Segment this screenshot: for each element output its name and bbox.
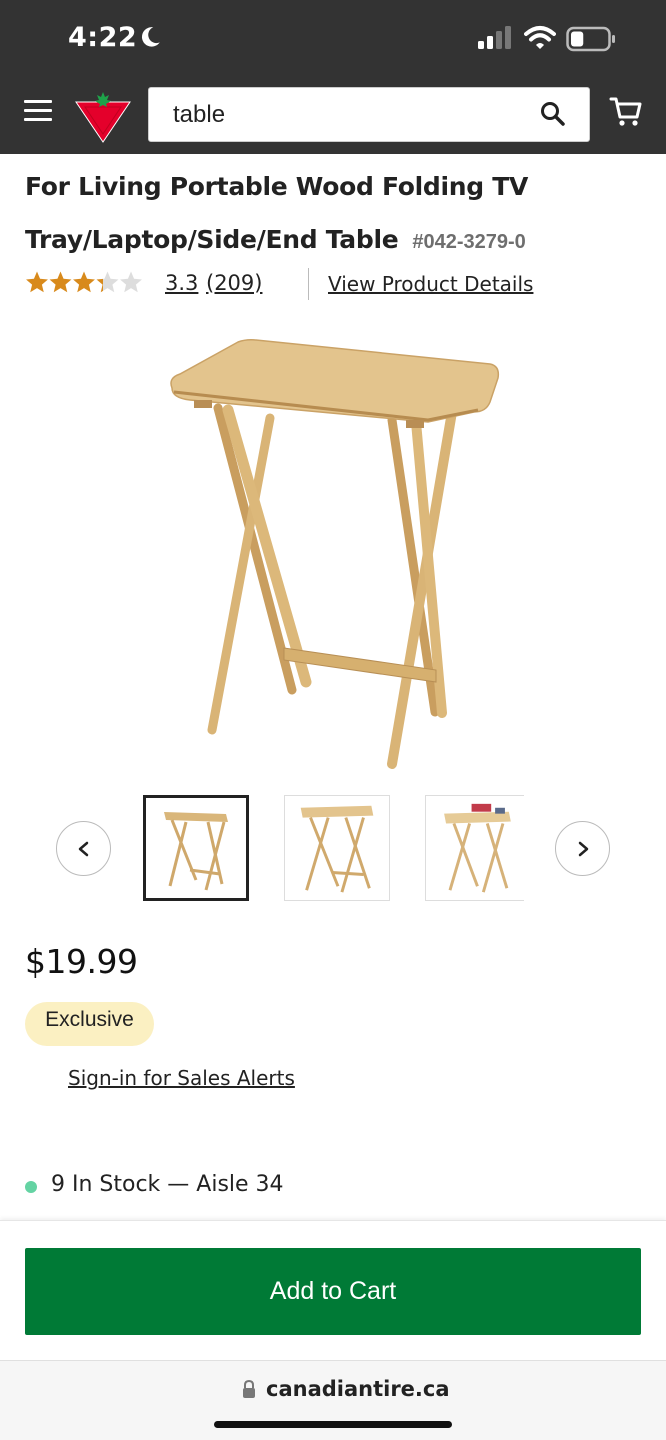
search-box	[148, 87, 590, 142]
carousel-prev-button[interactable]	[56, 821, 111, 876]
sign-in-sales-alerts-link[interactable]: Sign-in for Sales Alerts	[68, 1066, 295, 1090]
star-icon	[49, 271, 72, 293]
search-input[interactable]	[173, 100, 513, 130]
in-stock-dot-icon	[25, 1181, 37, 1193]
thumbnail-image	[444, 803, 511, 893]
star-icon	[73, 271, 95, 293]
status-bar: 4:22	[0, 0, 666, 74]
stock-text: 9 In Stock — Aisle 34	[51, 1172, 284, 1197]
site-header	[0, 74, 666, 154]
chevron-left-icon	[78, 841, 89, 857]
divider	[308, 268, 309, 300]
rating-row: 3.3 (209) View Product Details	[25, 268, 645, 302]
carousel-next-button[interactable]	[555, 821, 610, 876]
thumbnail-1[interactable]	[143, 795, 249, 901]
moon-icon	[141, 27, 160, 47]
exclusive-badge: Exclusive	[25, 1002, 154, 1046]
cart-icon[interactable]	[608, 94, 644, 130]
thumbnail-image	[164, 812, 228, 891]
hamburger-icon	[24, 100, 52, 103]
status-time: 4:22	[68, 22, 138, 53]
sticky-cart-bar: Add to Cart	[0, 1220, 666, 1360]
browser-address-bar[interactable]: canadiantire.ca	[0, 1360, 666, 1440]
cellular-signal-icon	[478, 26, 511, 49]
product-image[interactable]	[160, 330, 510, 775]
product-title: For Living Portable Wood Folding TV Tray…	[25, 160, 545, 269]
product-sku: #042-3279-0	[412, 231, 526, 253]
thumbnail-2[interactable]	[284, 795, 390, 901]
product-price: $19.99	[25, 942, 138, 981]
menu-button[interactable]	[24, 100, 58, 128]
add-to-cart-button[interactable]: Add to Cart	[25, 1248, 641, 1335]
star-icon	[96, 271, 119, 293]
url-text[interactable]: canadiantire.ca	[266, 1377, 450, 1401]
search-icon[interactable]	[539, 100, 567, 128]
star-icon	[26, 271, 48, 293]
home-indicator[interactable]	[214, 1421, 452, 1428]
rating-value[interactable]: 3.3	[165, 271, 198, 295]
canadian-tire-logo[interactable]	[74, 88, 132, 144]
lock-icon	[243, 1379, 255, 1398]
battery-icon	[566, 26, 615, 52]
star-icon	[120, 271, 142, 293]
review-count-link[interactable]: (209)	[206, 271, 262, 295]
chevron-right-icon	[578, 841, 589, 857]
thumbnail-3[interactable]	[425, 795, 524, 901]
wifi-icon	[524, 26, 556, 49]
thumbnail-image	[300, 805, 374, 893]
view-product-details-link[interactable]: View Product Details	[328, 272, 533, 296]
star-rating[interactable]	[25, 270, 143, 296]
